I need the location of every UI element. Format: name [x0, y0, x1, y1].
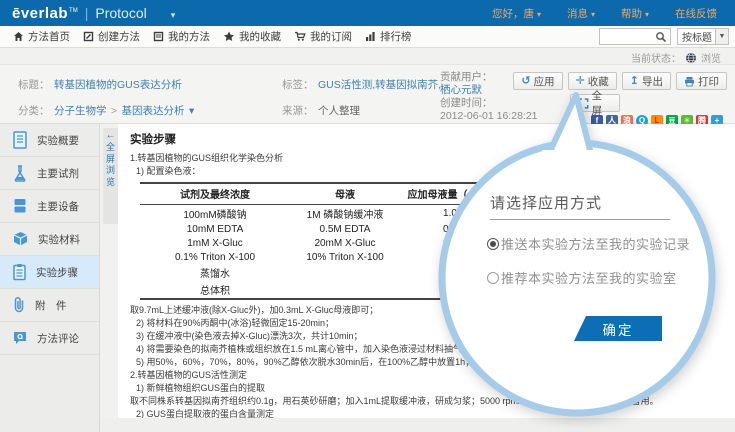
- sidebar: 实验概要 主要试剂 主要设备 实验材料 实验步骤 附 件 方法评论: [0, 124, 100, 432]
- chevron-down-icon: ▾: [537, 10, 541, 19]
- sidebar-item-attachments[interactable]: 附 件: [0, 289, 99, 322]
- fullscreen-strip-char: 浏: [106, 165, 115, 176]
- export-icon: ↥: [630, 76, 639, 87]
- user-menu[interactable]: 您好，唐▾: [492, 6, 541, 21]
- favorite-plus-icon: ✛: [576, 76, 585, 87]
- summary-doc-icon: [12, 131, 28, 149]
- title-label: 标题：: [18, 79, 50, 91]
- equipment-icon: [12, 197, 28, 215]
- top-menu: 您好，唐▾ 消息▾ 帮助▾ 在线反馈: [492, 6, 717, 21]
- dialog-divider: [490, 219, 670, 220]
- star-icon: [223, 31, 235, 42]
- option-push-to-records[interactable]: 推送本实验方法至我的实验记录: [487, 234, 690, 253]
- sidebar-item-reagents[interactable]: 主要试剂: [0, 157, 99, 190]
- nav-right: 按标题 ▼: [599, 28, 729, 45]
- nav-item-create[interactable]: 创建方法: [83, 29, 140, 44]
- nav-item-favorites[interactable]: 我的收藏: [223, 29, 281, 44]
- source-value: 个人整理: [318, 105, 360, 117]
- tags-row: 标签： GUS活性测,转基因拟南芥,GUS组织化..: [282, 75, 442, 93]
- chevron-down-icon[interactable]: ▾: [189, 105, 194, 117]
- title-row: 标题： 转基因植物的GUS表达分析: [18, 75, 182, 93]
- globe-status-icon: [685, 52, 697, 64]
- category-row: 分类： 分子生物学 > 基因表达分析 ▾: [18, 101, 194, 119]
- sidebar-item-materials[interactable]: 实验材料: [0, 223, 99, 256]
- sidebar-item-steps[interactable]: 实验步骤: [0, 256, 99, 289]
- top-bar: ēverlab TM | Protocol ▾ 您好，唐▾ 消息▾ 帮助▾ 在线…: [0, 0, 735, 26]
- protocol-title-link[interactable]: 转基因植物的GUS表达分析: [54, 79, 182, 91]
- radio-unselected-icon[interactable]: [487, 272, 499, 284]
- tags-label: 标签：: [282, 79, 314, 91]
- table-header: 母液: [290, 183, 400, 205]
- category-label: 分类：: [18, 105, 50, 117]
- search-input[interactable]: [600, 30, 652, 43]
- create-icon: [83, 31, 94, 42]
- chart-icon: [365, 31, 376, 42]
- steps-clipboard-icon: [12, 263, 27, 281]
- tags-links[interactable]: GUS活性测,转基因拟南芥,GUS组织化..: [318, 79, 442, 91]
- dialog-title: 请选择应用方式: [490, 192, 602, 213]
- feedback-link[interactable]: 在线反馈: [675, 6, 717, 21]
- table-header: 试剂及最终浓度: [140, 183, 290, 205]
- logo[interactable]: ēverlab TM | Protocol ▾: [12, 5, 175, 22]
- option-recommend-to-lab[interactable]: 推荐本实验方法至我的实验室: [487, 268, 677, 287]
- radio-selected-icon[interactable]: [487, 238, 499, 250]
- source-row: 来源： 个人整理: [282, 101, 360, 119]
- status-value: 浏览: [701, 50, 721, 65]
- chevron-down-icon: ▾: [591, 10, 595, 19]
- search-icon: [655, 31, 667, 43]
- nav-item-leaderboard[interactable]: 排行榜: [365, 29, 412, 44]
- search-button[interactable]: [652, 29, 670, 44]
- nav-item-home[interactable]: 方法首页: [13, 29, 70, 44]
- home-icon: [13, 31, 24, 42]
- cart-icon: [294, 31, 306, 42]
- apply-mode-dialog: 请选择应用方式 推送本实验方法至我的实验记录 推荐本实验方法至我的实验室 确定: [430, 88, 730, 418]
- left-arrow-icon: ←: [106, 131, 116, 141]
- fullscreen-strip-char: 屏: [106, 154, 115, 165]
- help-menu[interactable]: 帮助▾: [621, 6, 649, 21]
- search-filter-value: 按标题: [678, 29, 715, 44]
- chevron-down-icon: ▾: [645, 10, 649, 19]
- fullscreen-strip-char: 全: [106, 142, 115, 153]
- nav-bar: 方法首页 创建方法 我的方法 我的收藏 我的订阅 排行榜 按标题: [0, 26, 735, 48]
- chevron-down-icon[interactable]: ▼: [715, 29, 728, 44]
- sidebar-item-equipment[interactable]: 主要设备: [0, 190, 99, 223]
- source-label: 来源：: [282, 105, 314, 117]
- contributor-label: 贡献用户：: [440, 71, 493, 83]
- fullscreen-browse-strip[interactable]: ← 全 屏 浏 览: [103, 128, 118, 224]
- search-filter-select[interactable]: 按标题 ▼: [677, 28, 729, 45]
- chevron-down-icon[interactable]: ▾: [171, 10, 176, 21]
- status-row: 当前状态： 浏览: [631, 50, 721, 65]
- product-name: Protocol: [95, 5, 146, 21]
- paperclip-icon: [12, 296, 26, 314]
- sidebar-item-overview[interactable]: 实验概要: [0, 124, 99, 157]
- fullscreen-strip-char: 览: [106, 177, 115, 188]
- category-sub-link[interactable]: 基因表达分析: [122, 105, 185, 117]
- sidebar-item-comments[interactable]: 方法评论: [0, 322, 99, 355]
- nav-item-subscriptions[interactable]: 我的订阅: [294, 29, 352, 44]
- nav-item-my-methods[interactable]: 我的方法: [153, 29, 210, 44]
- status-label: 当前状态：: [631, 50, 681, 65]
- app-window: ēverlab TM | Protocol ▾ 您好，唐▾ 消息▾ 帮助▾ 在线…: [0, 0, 735, 432]
- confirm-button[interactable]: 确定: [574, 316, 662, 341]
- flask-icon: [12, 164, 28, 182]
- print-icon: [684, 76, 695, 87]
- logo-divider: |: [85, 5, 89, 21]
- messages-menu[interactable]: 消息▾: [567, 6, 595, 21]
- category-separator: >: [111, 105, 117, 117]
- material-box-icon: [12, 230, 29, 248]
- brand-name: ēverlab: [12, 5, 68, 22]
- comment-icon: [12, 330, 28, 346]
- apply-icon: ↺: [521, 76, 530, 87]
- search-box: [599, 28, 671, 45]
- category-main-link[interactable]: 分子生物学: [54, 105, 107, 117]
- folder-icon: [153, 31, 164, 42]
- trademark: TM: [69, 8, 78, 14]
